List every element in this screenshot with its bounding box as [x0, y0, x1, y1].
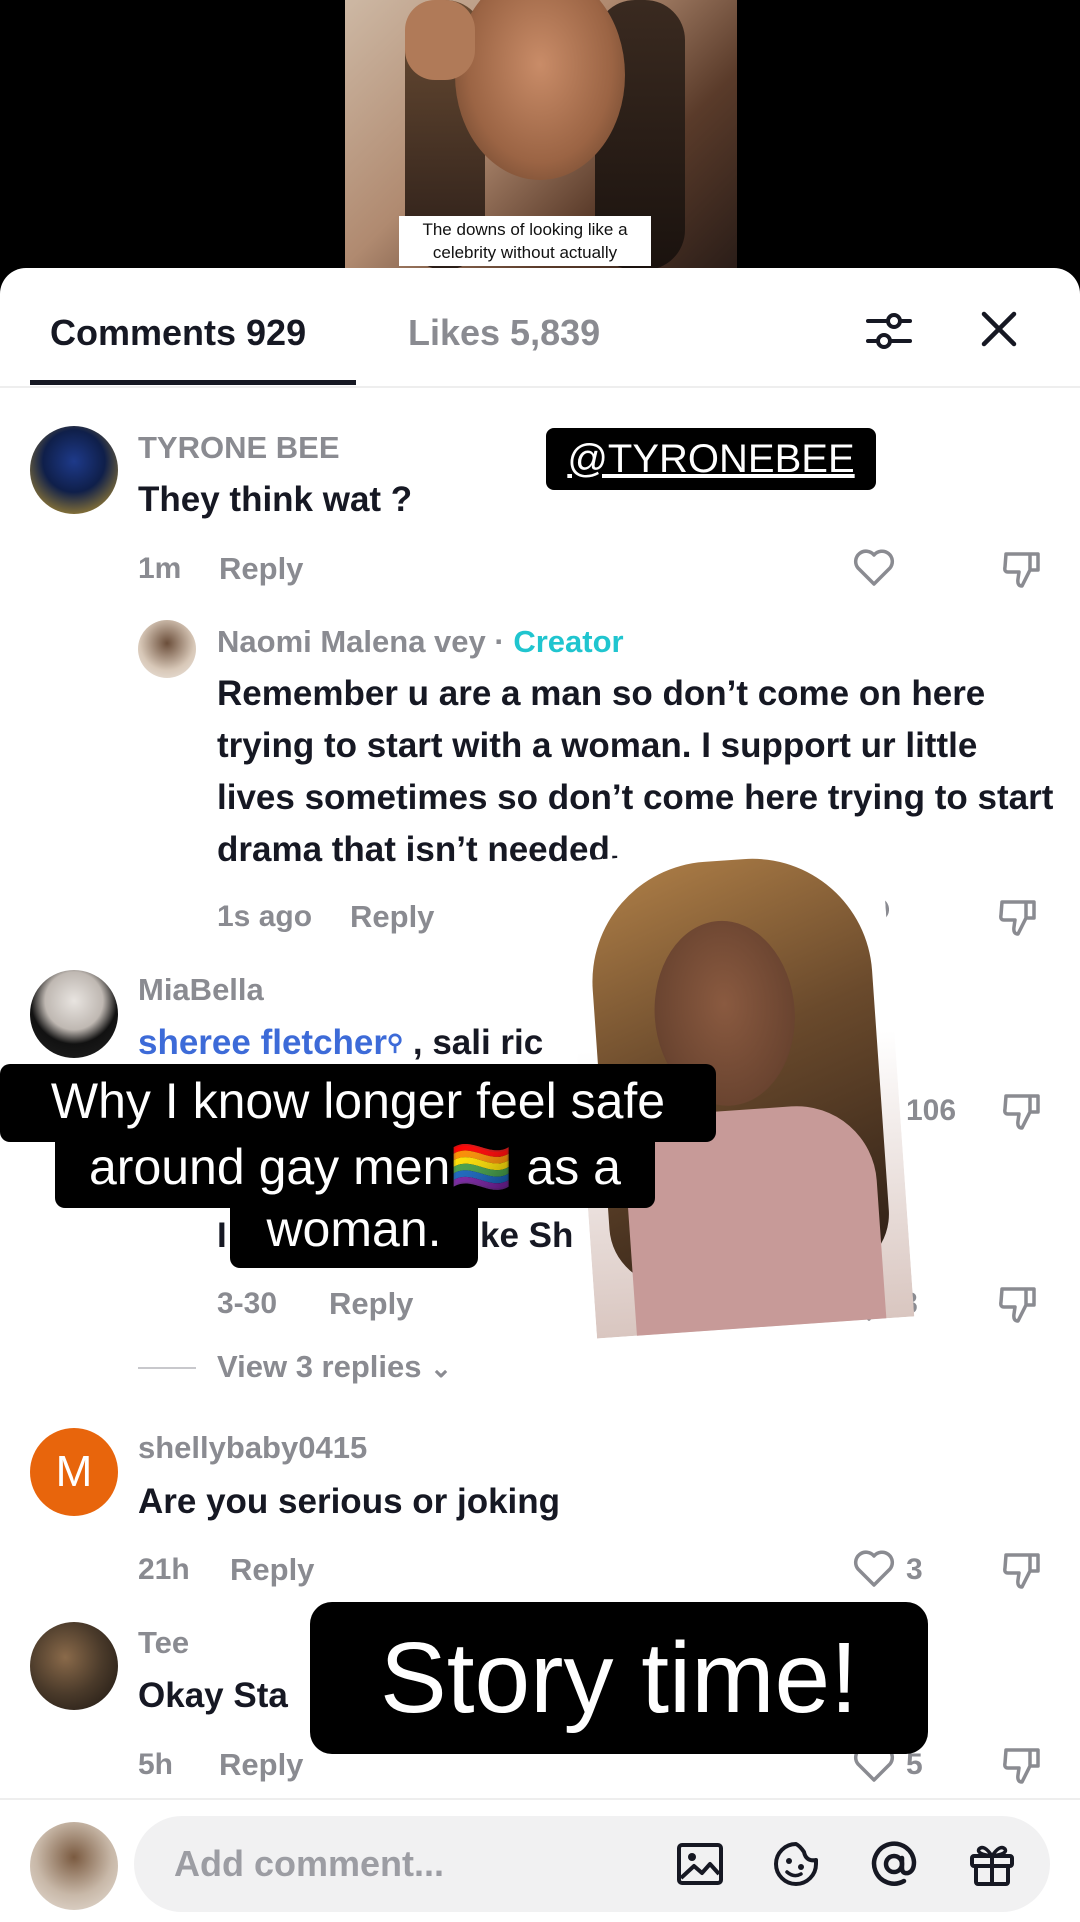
like-heart-icon[interactable] [852, 546, 896, 590]
comment-time: 1m [138, 552, 182, 585]
gift-icon[interactable] [966, 1838, 1018, 1890]
comment-input[interactable]: Add comment... [134, 1816, 1050, 1912]
thread-divider [138, 1367, 196, 1369]
avatar-letter: M [55, 1447, 93, 1496]
avatar[interactable] [30, 970, 118, 1058]
mention-link[interactable]: sheree fletcher [138, 1023, 387, 1062]
creator-badge: Creator [513, 624, 624, 659]
comment-text: They think wat ? [138, 480, 413, 519]
tab-bar: Comments 929 Likes 5,839 [0, 268, 1080, 388]
comment-input-placeholder: Add comment... [174, 1843, 445, 1884]
image-icon[interactable] [674, 1838, 726, 1890]
avatar[interactable]: M [30, 1428, 118, 1516]
search-icon: ⚲ [387, 1030, 404, 1055]
dislike-icon[interactable] [1000, 1547, 1044, 1591]
reply-button[interactable]: Reply [329, 1286, 413, 1322]
comment-author[interactable]: shellybaby0415 [138, 1430, 367, 1466]
chevron-down-icon: ⌄ [430, 1353, 452, 1383]
dislike-icon[interactable] [996, 1281, 1040, 1325]
dislike-icon[interactable] [996, 894, 1040, 938]
tab-underline [30, 380, 356, 385]
view-replies-label: View 3 replies [217, 1349, 422, 1384]
comment-text: Okay Sta [138, 1676, 288, 1715]
tab-likes[interactable]: Likes 5,839 [408, 312, 600, 354]
mention-icon[interactable] [868, 1838, 920, 1890]
comment-time: 3-30 [217, 1287, 278, 1320]
dislike-icon[interactable] [1000, 1088, 1044, 1132]
filter-icon[interactable] [864, 306, 914, 356]
reply-button[interactable]: Reply [230, 1552, 314, 1588]
avatar[interactable] [30, 426, 118, 514]
like-count: 106 [906, 1094, 957, 1127]
comment-text: sheree fletcher⚲ , sali ric [138, 1017, 543, 1069]
comment-time: 1s ago [217, 900, 313, 933]
like-heart-icon[interactable] [852, 1547, 896, 1591]
comment-author[interactable]: Naomi Malena vey · Creator [217, 624, 624, 660]
avatar[interactable] [30, 1622, 118, 1710]
headline-line-3: woman. [230, 1196, 478, 1268]
dislike-icon[interactable] [1000, 546, 1044, 590]
story-time-overlay: Story time! [310, 1602, 928, 1754]
comment-author[interactable]: TYRONE BEE [138, 430, 340, 466]
avatar[interactable] [138, 620, 196, 678]
video-person-hand [405, 0, 475, 80]
comment-text: Remember u are a man so don’t come on he… [217, 674, 1054, 869]
reply-button[interactable]: Reply [350, 899, 434, 935]
handle-overlay: @TYRONEBEE [546, 428, 876, 490]
comment-author[interactable]: MiaBella [138, 972, 264, 1008]
comment-time: 5h [138, 1748, 174, 1781]
video-caption: The downs of looking like a celebrity wi… [399, 216, 651, 266]
reply-button[interactable]: Reply [219, 551, 303, 587]
comment-author[interactable]: Tee [138, 1625, 189, 1661]
my-avatar[interactable] [30, 1822, 118, 1910]
like-count: 3 [906, 1553, 923, 1586]
view-replies-button[interactable]: View 3 replies ⌄ [217, 1349, 452, 1385]
comment-time: 21h [138, 1553, 190, 1586]
comment-text: Are you serious or joking [138, 1482, 561, 1521]
comment-text: I [217, 1216, 227, 1255]
comment-text-after: , sali ric [403, 1023, 544, 1062]
dislike-icon[interactable] [1000, 1742, 1044, 1786]
comment-text-fragment: ke Sh [480, 1216, 574, 1255]
tab-comments[interactable]: Comments 929 [50, 312, 306, 354]
comment-composer: Add comment... [0, 1798, 1080, 1922]
emoji-icon[interactable] [770, 1838, 822, 1890]
reply-button[interactable]: Reply [219, 1747, 303, 1783]
author-name: Naomi Malena vey · [217, 624, 514, 659]
close-icon[interactable] [978, 308, 1020, 350]
